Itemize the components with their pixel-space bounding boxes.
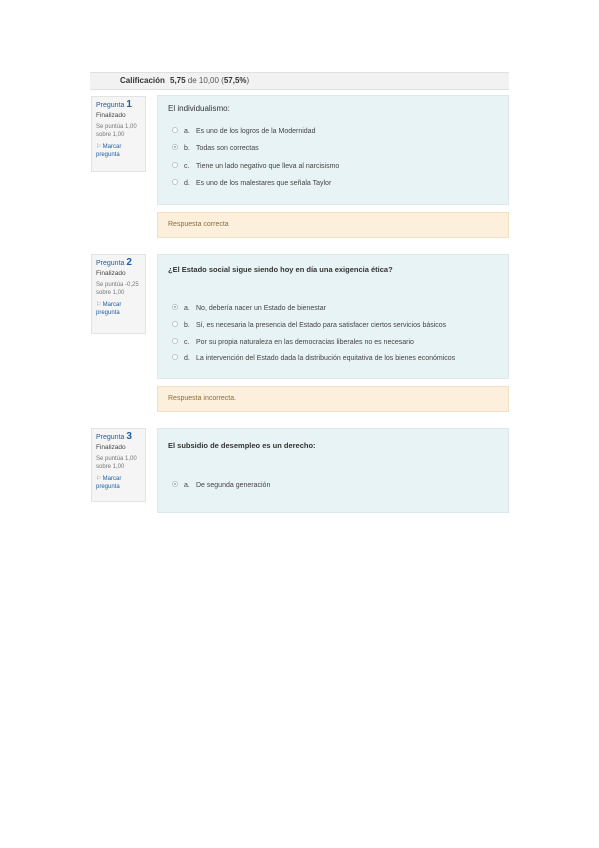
answer-option[interactable]: d. La intervención del Estado dada la dis… [172, 354, 455, 364]
option-letter: c. [184, 339, 190, 346]
flag-question-link[interactable]: ⚐ Marcar pregunta [96, 301, 141, 317]
question-number: Pregunta 3 [96, 431, 141, 442]
grade-percent: 57,5% [223, 76, 247, 85]
question-text: El individualismo: [168, 104, 230, 113]
question-info-1: Pregunta 1 Finalizado Se puntúa 1,00 sobr… [91, 96, 146, 172]
question-grade: Se puntúa -0,25 sobre 1,00 [96, 282, 139, 296]
radio-button[interactable] [172, 481, 178, 488]
option-letter: d. [184, 180, 190, 187]
answer-option[interactable]: c. Por su propia naturaleza en las democr… [172, 338, 414, 348]
option-text: Es uno de los malestares que señala Tayl… [196, 180, 332, 187]
grade-close: ) [246, 76, 250, 85]
answer-option[interactable]: a. De segunda generación [172, 481, 270, 491]
answer-option[interactable]: b. Todas son correctas [172, 144, 259, 154]
grade-summary-bar: Calificación 5,75 de 10,00 (57,5%) [90, 72, 509, 90]
option-text: Es uno de los logros de la Modernidad [196, 128, 316, 135]
option-letter: a. [184, 128, 190, 135]
option-text: Todas son correctas [196, 145, 259, 152]
question-info-2: Pregunta 2 Finalizado Se puntúa -0,25 sob… [91, 254, 146, 334]
question-text: El subsidio de desempleo es un derecho: [168, 441, 316, 450]
question-label: Pregunta [96, 260, 125, 267]
radio-button[interactable] [172, 304, 178, 311]
question-number: Pregunta 2 [96, 257, 141, 268]
question-state: Finalizado [96, 112, 126, 119]
option-text: Sí, es necesaria la presencia del Estado… [196, 322, 447, 329]
feedback-box: Respuesta incorrecta. [157, 386, 509, 412]
question-info-3: Pregunta 3 Finalizado Se puntúa 1,00 sobr… [91, 428, 146, 502]
radio-button[interactable] [172, 179, 178, 186]
grade-rest: de 10,00 ( [185, 76, 224, 85]
flag-icon: ⚐ [96, 144, 102, 150]
question-grade: Se puntúa 1,00 sobre 1,00 [96, 456, 137, 470]
radio-button[interactable] [172, 162, 178, 169]
grade-value: 5,75 de 10,00 (57,5%) [170, 73, 249, 89]
flag-icon: ⚐ [96, 476, 102, 482]
question-text: ¿El Estado social sigue siendo hoy en dí… [168, 265, 393, 274]
question-state: Finalizado [96, 444, 126, 451]
grade-label: Calificación [120, 76, 165, 85]
option-letter: b. [184, 322, 190, 329]
feedback-box: Respuesta correcta [157, 212, 509, 238]
option-letter: d. [184, 355, 190, 362]
option-letter: a. [184, 305, 190, 312]
question-number-value: 3 [126, 431, 132, 442]
option-text: De segunda generación [196, 482, 271, 489]
question-label: Pregunta [96, 102, 125, 109]
radio-button[interactable] [172, 354, 178, 361]
flag-question-link[interactable]: ⚐ Marcar pregunta [96, 475, 141, 491]
radio-button[interactable] [172, 127, 178, 134]
question-state: Finalizado [96, 270, 126, 277]
answer-option[interactable]: a. No, debería nacer un Estado de bienest… [172, 304, 326, 314]
option-text: Por su propia naturaleza en las democrac… [196, 339, 414, 346]
option-text: No, debería nacer un Estado de bienestar [196, 305, 326, 312]
flag-question-link[interactable]: ⚐ Marcar pregunta [96, 143, 141, 159]
question-number-value: 1 [126, 99, 132, 110]
option-letter: a. [184, 482, 190, 489]
question-number: Pregunta 1 [96, 99, 141, 110]
question-label: Pregunta [96, 434, 125, 441]
flag-icon: ⚐ [96, 302, 102, 308]
answer-option[interactable]: d. Es uno de los malestares que señala Ta… [172, 179, 331, 189]
answer-option[interactable]: c. Tiene un lado negativo que lleva al na… [172, 162, 339, 172]
question-grade: Se puntúa 1,00 sobre 1,00 [96, 124, 137, 138]
grade-score: 5,75 [170, 76, 186, 85]
radio-button[interactable] [172, 338, 178, 345]
question-content-2: ¿El Estado social sigue siendo hoy en dí… [157, 254, 509, 379]
radio-button[interactable] [172, 144, 178, 151]
option-text: La intervención del Estado dada la distr… [196, 355, 456, 362]
option-letter: c. [184, 163, 190, 170]
answer-option[interactable]: a. Es uno de los logros de la Modernidad [172, 127, 315, 137]
question-number-value: 2 [126, 257, 132, 268]
option-text: Tiene un lado negativo que lleva al narc… [196, 163, 340, 170]
option-letter: b. [184, 145, 190, 152]
question-content-1: El individualismo: a. Es uno de los logro… [157, 95, 509, 205]
radio-button[interactable] [172, 321, 178, 328]
question-content-3: El subsidio de desempleo es un derecho: … [157, 428, 509, 513]
answer-option[interactable]: b. Sí, es necesaria la presencia del Esta… [172, 321, 446, 331]
